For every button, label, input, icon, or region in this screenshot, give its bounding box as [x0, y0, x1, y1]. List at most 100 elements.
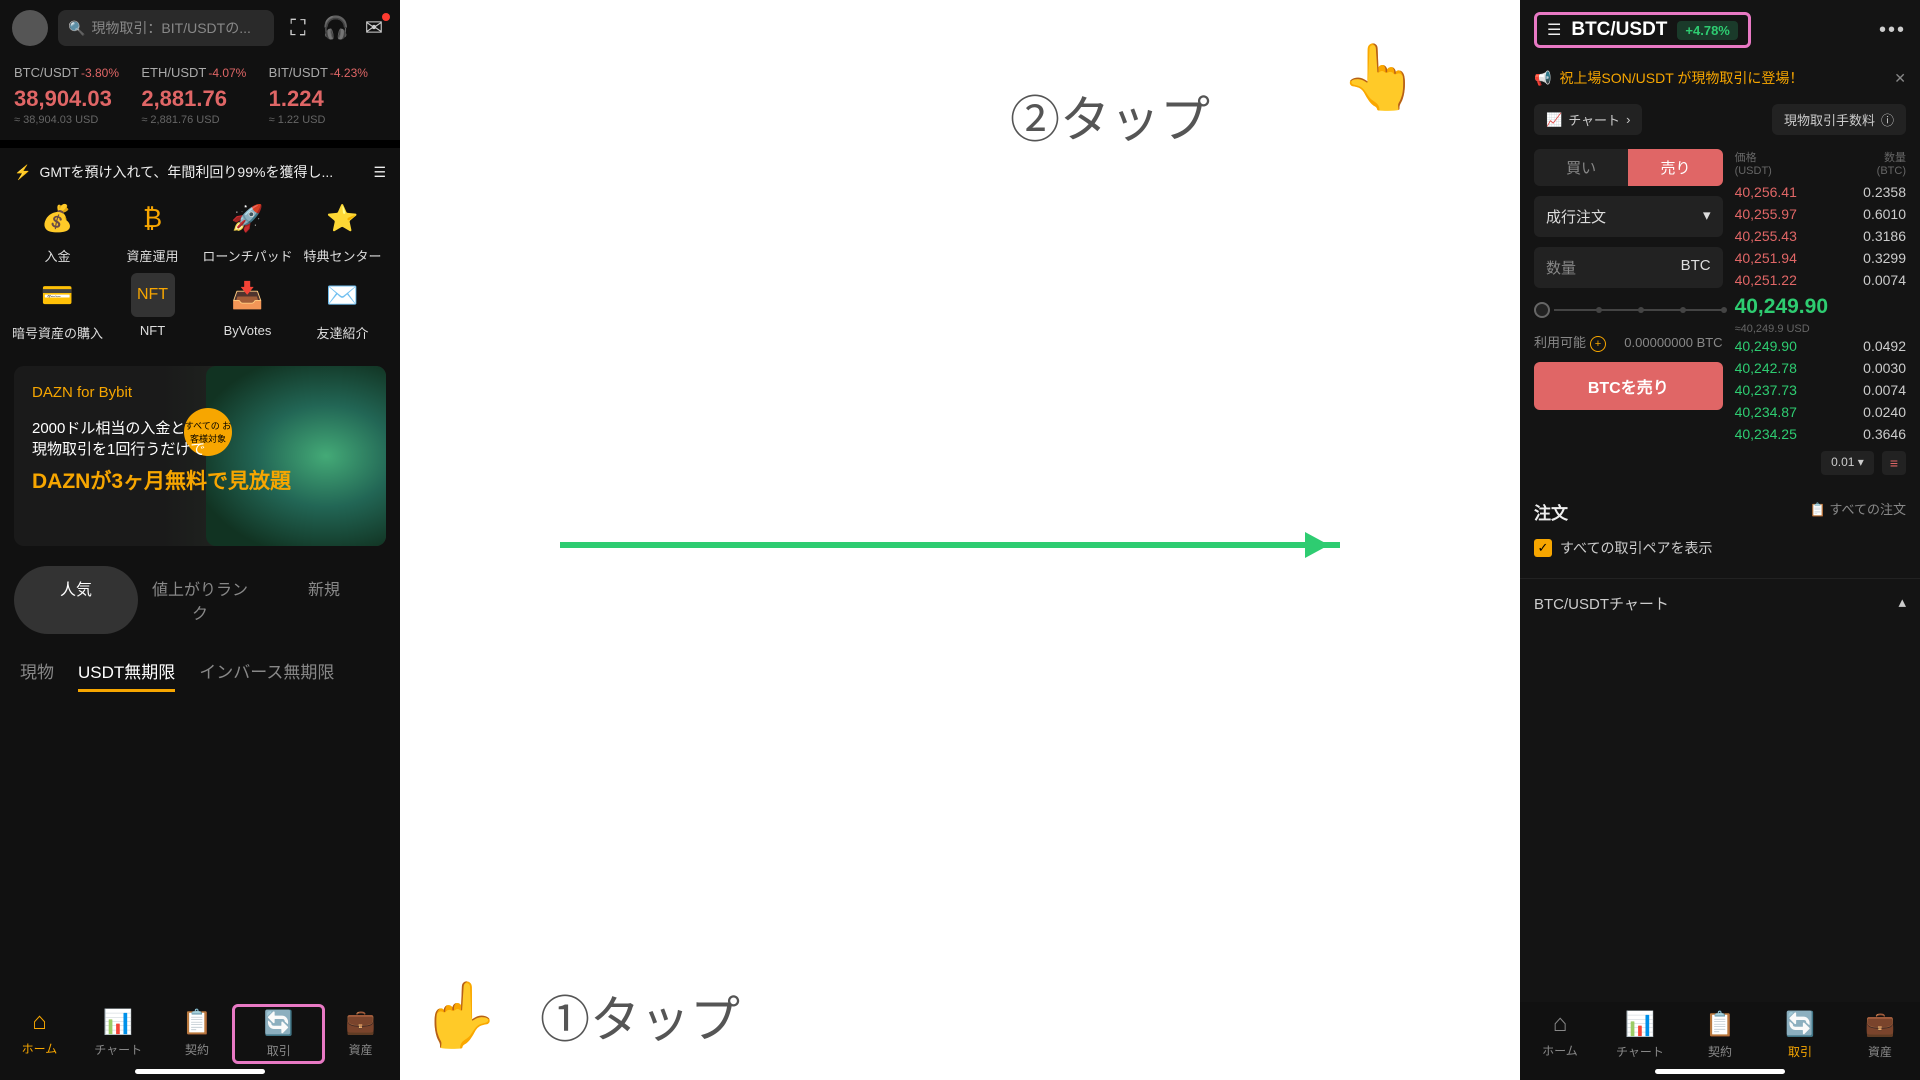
ask-row[interactable]: 40,251.940.3299: [1735, 247, 1906, 269]
mid-price: 40,249.90: [1735, 291, 1906, 323]
orderbook-footer: 0.01 ▾ ≡: [1735, 451, 1906, 475]
grid-rewards[interactable]: ⭐特典センター: [295, 196, 390, 265]
mail-icon[interactable]: ✉: [360, 15, 388, 41]
asks: 40,256.410.2358 40,255.970.6010 40,255.4…: [1735, 181, 1906, 291]
fee-button[interactable]: 現物取引手数料ⓘ: [1772, 104, 1906, 135]
bid-row[interactable]: 40,249.900.0492: [1735, 335, 1906, 357]
ticker-bit[interactable]: BIT/USDT-4.23% 1.224 ≈ 1.22 USD: [269, 64, 386, 126]
tab-inverse-perp[interactable]: インバース無期限: [199, 658, 334, 692]
ask-row[interactable]: 40,251.220.0074: [1735, 269, 1906, 291]
avatar[interactable]: [12, 10, 48, 46]
nav-asset[interactable]: 💼資産: [321, 1008, 400, 1060]
chevron-right-icon: ›: [1626, 112, 1630, 127]
scan-icon[interactable]: ⛶: [284, 15, 312, 41]
search-input[interactable]: 🔍 現物取引：BIT/USDTの...: [58, 10, 274, 46]
referral-icon: ✉️: [321, 273, 365, 317]
grid-deposit[interactable]: 💰入金: [10, 196, 105, 265]
bid-row[interactable]: 40,234.870.0240: [1735, 401, 1906, 423]
slider-handle[interactable]: [1534, 302, 1550, 318]
news-banner[interactable]: ⚡ GMTを預け入れて、年間利回り99%を獲得し... ☰: [0, 148, 400, 190]
pair-selector[interactable]: ☰ BTC/USDT +4.78%: [1534, 12, 1751, 48]
more-icon[interactable]: •••: [1879, 19, 1906, 42]
checkbox-checked-icon[interactable]: ✓: [1534, 539, 1552, 557]
quantity-input[interactable]: 数量BTC: [1534, 247, 1723, 288]
order-type-select[interactable]: 成行注文▾: [1534, 196, 1723, 237]
home-screen: 🔍 現物取引：BIT/USDTの... ⛶ 🎧 ✉ BTC/USDT-3.80%…: [0, 0, 400, 1080]
trade-body: 買い 売り 成行注文▾ 数量BTC 利用可能+ 0.00000000 BTC B…: [1520, 143, 1920, 481]
tab-spot[interactable]: 現物: [20, 658, 54, 692]
available-balance: 利用可能+ 0.00000000 BTC: [1534, 332, 1723, 352]
nav-home[interactable]: ⌂ホーム: [1520, 1010, 1600, 1060]
grid-referral[interactable]: ✉️友達紹介: [295, 273, 390, 342]
nav-trade[interactable]: 🔄取引: [1760, 1010, 1840, 1060]
pill-gainers[interactable]: 値上がりランク: [138, 566, 262, 634]
promo-banner[interactable]: DAZN for Bybit すべての お客様対象 2000ドル相当の入金と 現…: [14, 366, 386, 546]
orderbook-view-icon[interactable]: ≡: [1882, 451, 1906, 475]
buy-tab[interactable]: 買い: [1534, 149, 1628, 186]
ticker-btc[interactable]: BTC/USDT-3.80% 38,904.03 ≈ 38,904.03 USD: [14, 64, 131, 126]
asset-icon: 💼: [346, 1008, 376, 1037]
asset-icon: 💼: [1865, 1010, 1895, 1039]
amount-slider[interactable]: [1534, 298, 1723, 322]
close-icon[interactable]: ✕: [1894, 70, 1906, 87]
depth-step-select[interactable]: 0.01 ▾: [1821, 451, 1874, 475]
orders-section: 注文 📋 すべての注文: [1520, 481, 1920, 534]
sell-tab[interactable]: 売り: [1628, 149, 1722, 186]
pill-new[interactable]: 新規: [262, 566, 386, 634]
shortcut-grid: 💰入金 ₿資産運用 🚀ローンチパッド ⭐特典センター 💳暗号資産の購入 NFTN…: [0, 190, 400, 356]
ask-row[interactable]: 40,256.410.2358: [1735, 181, 1906, 203]
chart-icon: 📈: [1546, 112, 1562, 128]
bid-row[interactable]: 40,237.730.0074: [1735, 379, 1906, 401]
nav-asset[interactable]: 💼資産: [1840, 1010, 1920, 1060]
bottom-nav: ⌂ホーム 📊チャート 📋契約 🔄取引 💼資産: [0, 1000, 400, 1080]
nav-home[interactable]: ⌂ホーム: [0, 1008, 79, 1060]
all-orders-link[interactable]: 📋 すべての注文: [1810, 499, 1906, 524]
nav-contract[interactable]: 📋契約: [1680, 1010, 1760, 1060]
orderbook: 価格(USDT) 数量(BTC) 40,256.410.2358 40,255.…: [1735, 149, 1906, 475]
pill-popular[interactable]: 人気: [14, 566, 138, 634]
grid-nft[interactable]: NFTNFT: [105, 273, 200, 342]
menu-icon[interactable]: ☰: [373, 164, 386, 181]
search-icon: 🔍: [68, 20, 85, 37]
bid-row[interactable]: 40,234.250.3646: [1735, 423, 1906, 445]
add-funds-icon[interactable]: +: [1590, 336, 1606, 352]
announcement[interactable]: 📢 祝上場SON/USDT が現物取引に登場！ ✕: [1520, 60, 1920, 96]
nav-chart[interactable]: 📊チャート: [1600, 1010, 1680, 1060]
grid-byvotes[interactable]: 📥ByVotes: [200, 273, 295, 342]
chart-fee-row: 📈チャート› 現物取引手数料ⓘ: [1520, 96, 1920, 143]
ask-row[interactable]: 40,255.430.3186: [1735, 225, 1906, 247]
nav-trade[interactable]: 🔄取引: [232, 1004, 325, 1064]
bid-row[interactable]: 40,242.780.0030: [1735, 357, 1906, 379]
grid-buy[interactable]: 💳暗号資産の購入: [10, 273, 105, 342]
sell-button[interactable]: BTCを売り: [1534, 362, 1723, 410]
home-indicator: [135, 1069, 265, 1074]
pointer-emoji-2: 👆: [1340, 40, 1420, 115]
show-all-pairs-row[interactable]: ✓ すべての取引ペアを表示: [1520, 534, 1920, 578]
home-indicator: [1655, 1069, 1785, 1074]
slider-track: [1554, 309, 1723, 311]
contract-icon: 📋: [182, 1008, 212, 1037]
trade-icon: 🔄: [264, 1009, 294, 1038]
chart-expand[interactable]: BTC/USDTチャート ▴: [1520, 578, 1920, 628]
grid-launchpad[interactable]: 🚀ローンチパッド: [200, 196, 295, 265]
wallet-icon: 💰: [36, 196, 80, 240]
mid-price-usd: ≈40,249.9 USD: [1735, 323, 1906, 335]
market-filter: 人気 値上がりランク 新規: [0, 556, 400, 644]
tab-usdt-perp[interactable]: USDT無期限: [78, 658, 175, 692]
annotation-tap-1: ①タップ: [540, 980, 740, 1052]
market-tabs: 現物 USDT無期限 インバース無期限: [0, 644, 400, 706]
nav-contract[interactable]: 📋契約: [158, 1008, 237, 1060]
vote-icon: 📥: [226, 273, 270, 317]
trade-icon: 🔄: [1785, 1010, 1815, 1039]
contract-icon: 📋: [1705, 1010, 1735, 1039]
ticker-eth[interactable]: ETH/USDT-4.07% 2,881.76 ≈ 2,881.76 USD: [141, 64, 258, 126]
info-icon: ⓘ: [1881, 110, 1894, 129]
support-icon[interactable]: 🎧: [322, 15, 350, 41]
chart-button[interactable]: 📈チャート›: [1534, 104, 1642, 135]
nft-icon: NFT: [131, 273, 175, 317]
grid-earn[interactable]: ₿資産運用: [105, 196, 200, 265]
home-icon: ⌂: [32, 1008, 47, 1036]
ask-row[interactable]: 40,255.970.6010: [1735, 203, 1906, 225]
bitcoin-icon: ₿: [131, 196, 175, 240]
nav-chart[interactable]: 📊チャート: [79, 1008, 158, 1060]
